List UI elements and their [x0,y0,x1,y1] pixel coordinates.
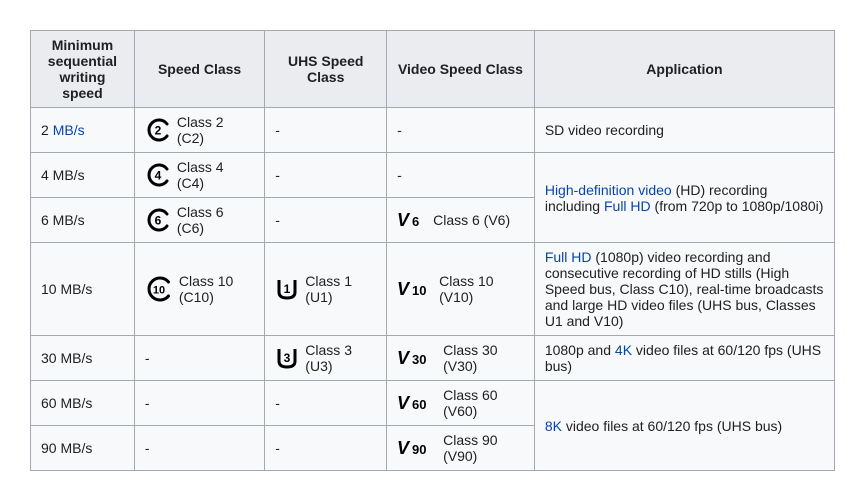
cell-speed-class: 2 Class 2 (C2) [134,108,264,153]
svg-text:4: 4 [155,169,162,183]
cell-video-class: V 6 Class 6 (V6) [387,198,535,243]
cell-application: 1080p and 4K video files at 60/120 fps (… [534,336,834,381]
svg-text:V: V [397,393,411,413]
col-header-uhs-class: UHS Speed Class [265,31,387,108]
mbps-link[interactable]: MB/s [53,122,85,138]
cell-uhs-class: - [265,108,387,153]
svg-text:90: 90 [412,442,426,457]
svg-text:V: V [397,348,411,368]
cell-application: SD video recording [534,108,834,153]
class-c-icon: 10 [145,275,173,303]
cell-speed: 6 MB/s [31,198,135,243]
svg-text:V: V [397,438,411,458]
cell-video-class: V 30 Class 30 (V30) [387,336,535,381]
svg-text:60: 60 [412,397,426,412]
cell-speed: 10 MB/s [31,243,135,336]
class-v-icon: V 10 [397,279,433,299]
svg-text:3: 3 [284,351,291,365]
full-hd-link[interactable]: Full HD [604,198,651,214]
cell-speed: 2 MB/s [31,108,135,153]
table-row: 30 MB/s - 3 Class 3 (U3) V 30 [31,336,835,381]
class-c-icon: 4 [145,162,171,188]
cell-speed: 90 MB/s [31,426,135,471]
cell-speed: 30 MB/s [31,336,135,381]
cell-application: 8K video files at 60/120 fps (UHS bus) [534,381,834,471]
cell-speed-class: - [134,336,264,381]
class-v-icon: V 30 [397,348,437,368]
table-header-row: Minimum sequential writing speed Speed C… [31,31,835,108]
svg-text:6: 6 [412,214,419,229]
col-header-speed: Minimum sequential writing speed [31,31,135,108]
cell-speed-class: 10 Class 10 (C10) [134,243,264,336]
hd-video-link[interactable]: High-definition video [545,182,672,198]
class-c-icon: 2 [145,117,171,143]
4k-link[interactable]: 4K [615,342,632,358]
cell-video-class: V 90 Class 90 (V90) [387,426,535,471]
cell-video-class: V 10 Class 10 (V10) [387,243,535,336]
svg-text:10: 10 [153,285,165,297]
cell-speed: 4 MB/s [31,153,135,198]
svg-text:30: 30 [412,352,426,367]
cell-uhs-class: 1 Class 1 (U1) [265,243,387,336]
cell-uhs-class: - [265,381,387,426]
class-v-icon: V 6 [397,210,427,230]
cell-application: High-definition video (HD) recording inc… [534,153,834,243]
table-row: 60 MB/s - - V 60 Class 60 (V60) 8K video… [31,381,835,426]
full-hd-link[interactable]: Full HD [545,249,592,265]
cell-speed: 60 MB/s [31,381,135,426]
speed-class-table: Minimum sequential writing speed Speed C… [30,30,835,471]
class-u-icon: 3 [275,346,299,370]
cell-speed-class: 4 Class 4 (C4) [134,153,264,198]
svg-text:V: V [397,279,411,299]
cell-speed-class: - [134,426,264,471]
class-u-icon: 1 [275,277,299,301]
cell-video-class: - [387,108,535,153]
cell-application: Full HD (1080p) video recording and cons… [534,243,834,336]
cell-uhs-class: 3 Class 3 (U3) [265,336,387,381]
table-row: 2 MB/s 2 Class 2 (C2) - - SD video recor… [31,108,835,153]
cell-uhs-class: - [265,153,387,198]
cell-uhs-class: - [265,426,387,471]
cell-video-class: - [387,153,535,198]
cell-speed-class: - [134,381,264,426]
cell-uhs-class: - [265,198,387,243]
col-header-speed-class: Speed Class [134,31,264,108]
svg-text:V: V [397,210,411,230]
col-header-application: Application [534,31,834,108]
cell-video-class: V 60 Class 60 (V60) [387,381,535,426]
svg-text:10: 10 [412,283,426,298]
svg-text:2: 2 [155,124,162,138]
class-v-icon: V 60 [397,393,437,413]
class-c-icon: 6 [145,207,171,233]
table-row: 4 MB/s 4 Class 4 (C4) - - High-definitio… [31,153,835,198]
table-row: 10 MB/s 10 Class 10 (C10) 1 Cla [31,243,835,336]
8k-link[interactable]: 8K [545,418,562,434]
svg-text:6: 6 [155,214,162,228]
cell-speed-class: 6 Class 6 (C6) [134,198,264,243]
svg-text:1: 1 [284,282,291,296]
class-v-icon: V 90 [397,438,437,458]
col-header-video-class: Video Speed Class [387,31,535,108]
